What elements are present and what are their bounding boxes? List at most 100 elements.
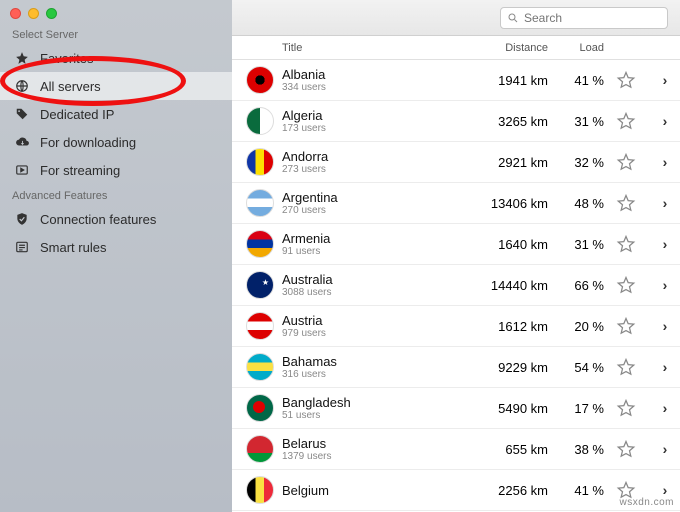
table-row[interactable]: Belarus1379 users655 km38 %› (232, 429, 680, 470)
sidebar-item-connection-features[interactable]: Connection features (0, 205, 232, 233)
sidebar-section-select-server: Select Server (0, 23, 232, 44)
app-window: Select Server Favorites All servers Dedi… (0, 0, 680, 512)
favorite-button[interactable] (610, 357, 650, 377)
server-load: 17 % (554, 401, 610, 416)
server-name: Andorra (282, 149, 462, 164)
expand-button[interactable]: › (650, 72, 680, 88)
server-load: 48 % (554, 196, 610, 211)
traffic-lights (0, 0, 232, 23)
minimize-window-button[interactable] (28, 8, 39, 19)
server-load: 66 % (554, 278, 610, 293)
cloud-download-icon (14, 134, 30, 150)
favorite-button[interactable] (610, 193, 650, 213)
close-window-button[interactable] (10, 8, 21, 19)
sidebar-section-advanced: Advanced Features (0, 184, 232, 205)
chevron-right-icon: › (663, 318, 668, 334)
sidebar: Select Server Favorites All servers Dedi… (0, 0, 232, 512)
server-distance: 1941 km (468, 73, 554, 88)
sidebar-item-favorites[interactable]: Favorites (0, 44, 232, 72)
sidebar-item-label: Favorites (40, 51, 93, 66)
table-row[interactable]: Austria979 users1612 km20 %› (232, 306, 680, 347)
server-name: Australia (282, 272, 462, 287)
sidebar-item-label: Dedicated IP (40, 107, 114, 122)
flag-icon (246, 271, 274, 299)
flag-icon (246, 66, 274, 94)
server-users: 3088 users (282, 287, 462, 298)
server-distance: 1640 km (468, 237, 554, 252)
table-row[interactable]: Andorra273 users2921 km32 %› (232, 142, 680, 183)
toolbar (232, 0, 680, 36)
server-distance: 1612 km (468, 319, 554, 334)
expand-button[interactable]: › (650, 482, 680, 498)
favorite-button[interactable] (610, 152, 650, 172)
table-row[interactable]: Algeria173 users3265 km31 %› (232, 101, 680, 142)
sidebar-item-for-streaming[interactable]: For streaming (0, 156, 232, 184)
flag-icon (246, 312, 274, 340)
server-load: 32 % (554, 155, 610, 170)
list-icon (14, 239, 30, 255)
sidebar-item-all-servers[interactable]: All servers (0, 72, 232, 100)
server-name: Austria (282, 313, 462, 328)
table-row[interactable]: Argentina270 users13406 km48 %› (232, 183, 680, 224)
server-users: 273 users (282, 164, 462, 175)
search-field[interactable] (500, 7, 668, 29)
sidebar-item-label: Smart rules (40, 240, 106, 255)
server-users: 1379 users (282, 451, 462, 462)
favorite-button[interactable] (610, 70, 650, 90)
server-users: 91 users (282, 246, 462, 257)
col-header-title[interactable]: Title (276, 42, 468, 54)
server-list[interactable]: Albania334 users1941 km41 %›Algeria173 u… (232, 60, 680, 512)
server-name: Belgium (282, 483, 462, 498)
table-row[interactable]: Bangladesh51 users5490 km17 %› (232, 388, 680, 429)
table-row[interactable]: Armenia91 users1640 km31 %› (232, 224, 680, 265)
expand-button[interactable]: › (650, 236, 680, 252)
chevron-right-icon: › (663, 72, 668, 88)
server-users: 316 users (282, 369, 462, 380)
play-icon (14, 162, 30, 178)
favorite-button[interactable] (610, 439, 650, 459)
maximize-window-button[interactable] (46, 8, 57, 19)
sidebar-item-smart-rules[interactable]: Smart rules (0, 233, 232, 261)
table-row[interactable]: Bahamas316 users9229 km54 %› (232, 347, 680, 388)
col-header-load[interactable]: Load (554, 42, 610, 54)
server-load: 31 % (554, 114, 610, 129)
main-panel: Title Distance Load Albania334 users1941… (232, 0, 680, 512)
sidebar-item-for-downloading[interactable]: For downloading (0, 128, 232, 156)
sidebar-item-label: For downloading (40, 135, 136, 150)
server-distance: 655 km (468, 442, 554, 457)
favorite-button[interactable] (610, 234, 650, 254)
server-name: Algeria (282, 108, 462, 123)
chevron-right-icon: › (663, 154, 668, 170)
expand-button[interactable]: › (650, 195, 680, 211)
favorite-button[interactable] (610, 316, 650, 336)
table-row[interactable]: Albania334 users1941 km41 %› (232, 60, 680, 101)
search-input[interactable] (524, 11, 679, 25)
server-distance: 3265 km (468, 114, 554, 129)
favorite-button[interactable] (610, 398, 650, 418)
flag-icon (246, 353, 274, 381)
server-distance: 9229 km (468, 360, 554, 375)
table-row[interactable]: Australia3088 users14440 km66 %› (232, 265, 680, 306)
flag-icon (246, 189, 274, 217)
search-icon (507, 12, 519, 24)
server-load: 38 % (554, 442, 610, 457)
chevron-right-icon: › (663, 400, 668, 416)
flag-icon (246, 148, 274, 176)
expand-button[interactable]: › (650, 113, 680, 129)
expand-button[interactable]: › (650, 277, 680, 293)
expand-button[interactable]: › (650, 359, 680, 375)
expand-button[interactable]: › (650, 154, 680, 170)
favorite-button[interactable] (610, 111, 650, 131)
chevron-right-icon: › (663, 195, 668, 211)
server-distance: 2256 km (468, 483, 554, 498)
server-users: 51 users (282, 410, 462, 421)
expand-button[interactable]: › (650, 441, 680, 457)
server-name: Bahamas (282, 354, 462, 369)
expand-button[interactable]: › (650, 318, 680, 334)
expand-button[interactable]: › (650, 400, 680, 416)
sidebar-item-dedicated-ip[interactable]: Dedicated IP (0, 100, 232, 128)
chevron-right-icon: › (663, 277, 668, 293)
favorite-button[interactable] (610, 275, 650, 295)
table-row[interactable]: Belgium2256 km41 %› (232, 470, 680, 511)
col-header-distance[interactable]: Distance (468, 42, 554, 54)
